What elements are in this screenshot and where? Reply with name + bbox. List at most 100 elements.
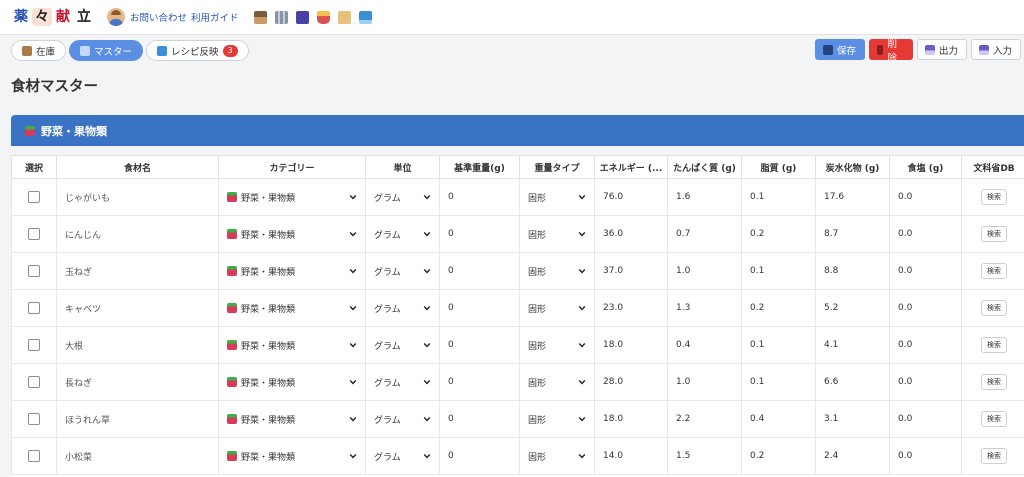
base-weight-input[interactable]: 0 [439,363,520,401]
base-weight-input[interactable]: 0 [439,400,520,438]
search-button[interactable]: 検索 [981,411,1007,427]
category-select[interactable]: 野菜・果物類 [227,376,357,389]
protein-input[interactable]: 2.2 [667,400,742,438]
salt-input[interactable]: 0.0 [889,178,962,216]
category-select[interactable]: 野菜・果物類 [227,228,357,241]
energy-input[interactable]: 23.0 [594,289,668,327]
search-button[interactable]: 検索 [981,300,1007,316]
contact-link[interactable]: お問い合わせ [130,10,187,24]
base-weight-input[interactable]: 0 [439,289,520,327]
guide-link[interactable]: 利用ガイド [191,10,239,24]
energy-input[interactable]: 36.0 [594,215,668,253]
unit-select[interactable]: グラム [374,376,431,389]
weight-type-select[interactable]: 固形 [528,339,586,352]
protein-input[interactable]: 1.6 [667,178,742,216]
salt-input[interactable]: 0.0 [889,215,962,253]
row-checkbox[interactable] [28,376,40,388]
base-weight-input[interactable]: 0 [439,215,520,253]
protein-input[interactable]: 1.5 [667,437,742,475]
fat-input[interactable]: 0.2 [741,215,816,253]
category-select[interactable]: 野菜・果物類 [227,339,357,352]
carbs-input[interactable]: 5.2 [815,289,890,327]
search-button[interactable]: 検索 [981,189,1007,205]
category-select[interactable]: 野菜・果物類 [227,302,357,315]
row-checkbox[interactable] [28,191,40,203]
fat-input[interactable]: 0.1 [741,363,816,401]
fat-input[interactable]: 0.1 [741,326,816,364]
weight-type-select[interactable]: 固形 [528,265,586,278]
energy-input[interactable]: 14.0 [594,437,668,475]
protein-input[interactable]: 1.3 [667,289,742,327]
category-select[interactable]: 野菜・果物類 [227,265,357,278]
unit-select[interactable]: グラム [374,302,431,315]
unit-select[interactable]: グラム [374,265,431,278]
app-logo[interactable]: 薬 々 献 立 [11,8,94,26]
category-select[interactable]: 野菜・果物類 [227,450,357,463]
delete-button[interactable]: 削除 [869,39,913,64]
save-button[interactable]: 保存 [815,39,865,60]
weight-type-select[interactable]: 固形 [528,413,586,426]
unit-select[interactable]: グラム [374,413,431,426]
protein-input[interactable]: 1.0 [667,363,742,401]
carbs-input[interactable]: 6.6 [815,363,890,401]
tab-inventory[interactable]: 在庫 [11,40,67,61]
document-icon[interactable] [337,10,351,24]
unit-select[interactable]: グラム [374,191,431,204]
book-icon[interactable] [295,10,309,24]
import-button[interactable]: 入力 [971,39,1021,60]
energy-input[interactable]: 76.0 [594,178,668,216]
carbs-input[interactable]: 2.4 [815,437,890,475]
row-checkbox[interactable] [28,413,40,425]
weight-type-select[interactable]: 固形 [528,302,586,315]
salt-input[interactable]: 0.0 [889,437,962,475]
energy-input[interactable]: 28.0 [594,363,668,401]
fat-input[interactable]: 0.2 [741,437,816,475]
export-button[interactable]: 出力 [917,39,967,60]
row-checkbox[interactable] [28,339,40,351]
protein-input[interactable]: 1.0 [667,252,742,290]
row-checkbox[interactable] [28,302,40,314]
protein-input[interactable]: 0.7 [667,215,742,253]
base-weight-input[interactable]: 0 [439,437,520,475]
fat-input[interactable]: 0.2 [741,289,816,327]
box-icon[interactable] [253,10,267,24]
category-select[interactable]: 野菜・果物類 [227,413,357,426]
salt-input[interactable]: 0.0 [889,363,962,401]
base-weight-input[interactable]: 0 [439,326,520,364]
fat-input[interactable]: 0.1 [741,178,816,216]
fat-input[interactable]: 0.1 [741,252,816,290]
weight-type-select[interactable]: 固形 [528,376,586,389]
row-checkbox[interactable] [28,265,40,277]
search-button[interactable]: 検索 [981,448,1007,464]
tab-recipe-sync[interactable]: レシピ反映 3 [146,40,249,61]
energy-input[interactable]: 18.0 [594,326,668,364]
carbs-input[interactable]: 17.6 [815,178,890,216]
salt-input[interactable]: 0.0 [889,400,962,438]
base-weight-input[interactable]: 0 [439,178,520,216]
search-button[interactable]: 検索 [981,374,1007,390]
search-button[interactable]: 検索 [981,226,1007,242]
weight-type-select[interactable]: 固形 [528,191,586,204]
salt-input[interactable]: 0.0 [889,326,962,364]
weight-type-select[interactable]: 固形 [528,450,586,463]
carbs-input[interactable]: 3.1 [815,400,890,438]
base-weight-input[interactable]: 0 [439,252,520,290]
carbs-input[interactable]: 8.7 [815,215,890,253]
salt-input[interactable]: 0.0 [889,289,962,327]
chart-icon[interactable] [358,10,372,24]
search-button[interactable]: 検索 [981,263,1007,279]
unit-select[interactable]: グラム [374,339,431,352]
unit-select[interactable]: グラム [374,450,431,463]
tab-master[interactable]: マスター [69,40,144,61]
carbs-input[interactable]: 4.1 [815,326,890,364]
category-select[interactable]: 野菜・果物類 [227,191,357,204]
search-button[interactable]: 検索 [981,337,1007,353]
row-checkbox[interactable] [28,228,40,240]
flask-icon[interactable] [316,10,330,24]
weight-type-select[interactable]: 固形 [528,228,586,241]
energy-input[interactable]: 37.0 [594,252,668,290]
fat-input[interactable]: 0.4 [741,400,816,438]
building-icon[interactable] [274,10,288,24]
salt-input[interactable]: 0.0 [889,252,962,290]
protein-input[interactable]: 0.4 [667,326,742,364]
